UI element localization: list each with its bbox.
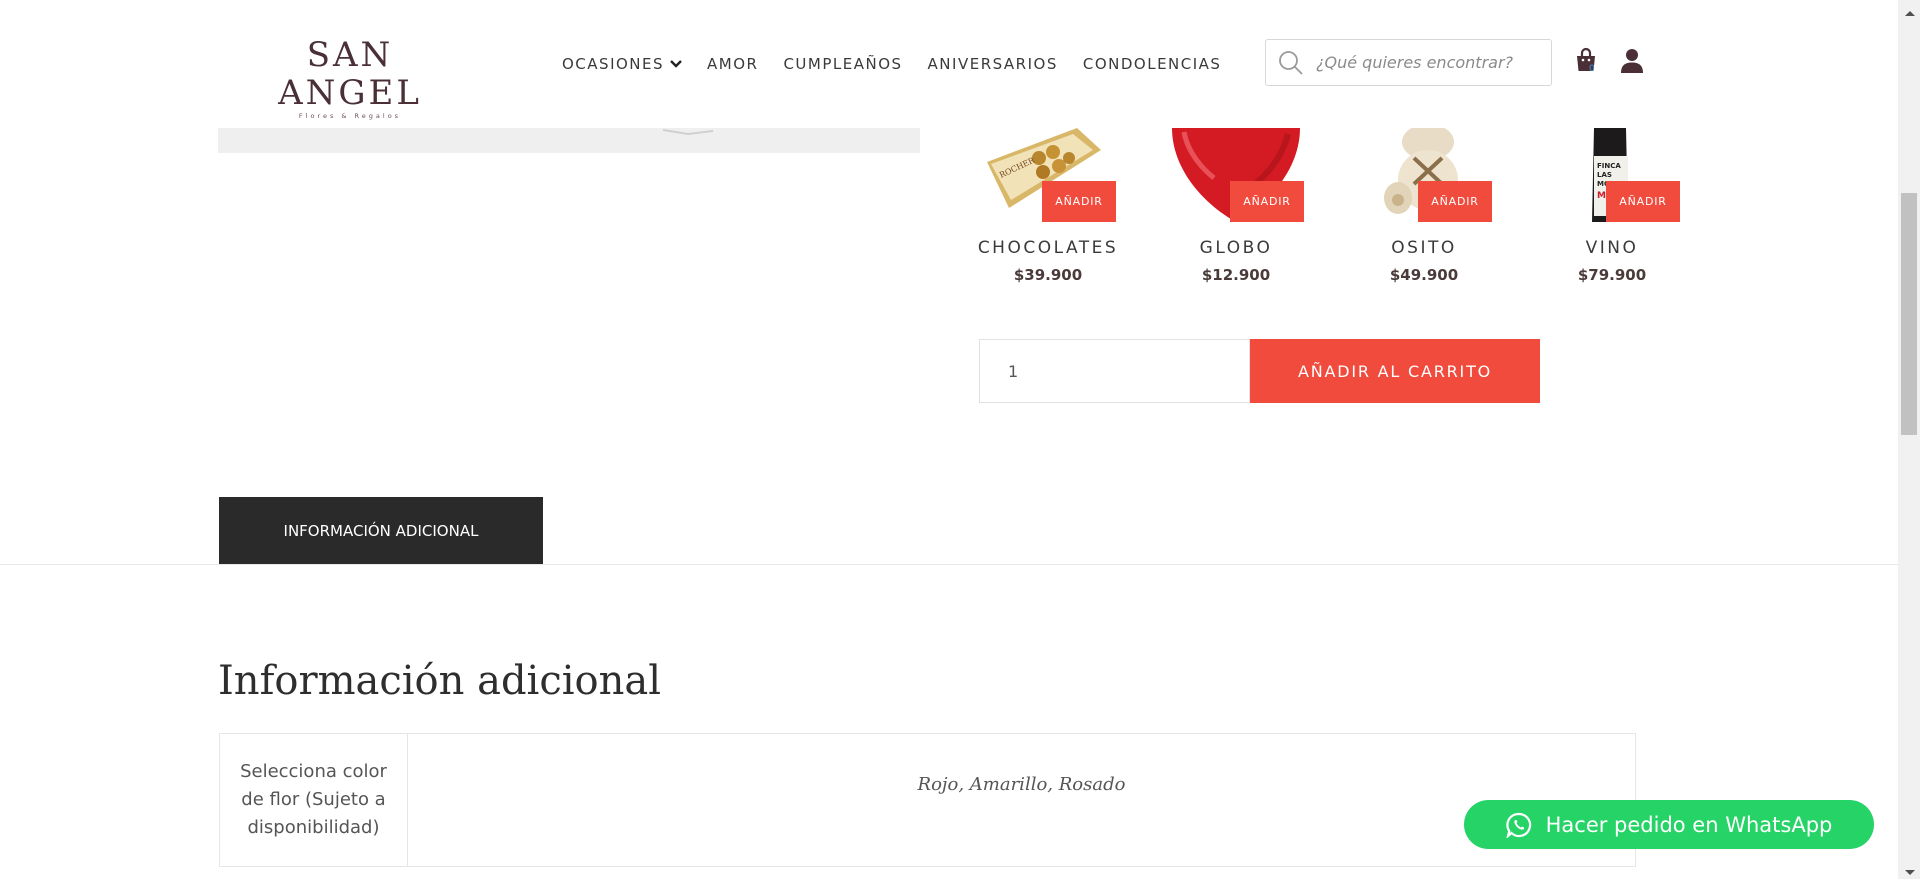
add-chocolates-button[interactable]: AÑADIR xyxy=(1042,181,1116,222)
site-header: SAN ANGEL Flores & Regalos OCASIONES AMO… xyxy=(0,0,1898,128)
nav-item-label: CUMPLEAÑOS xyxy=(783,55,903,73)
scrollbar-thumb[interactable] xyxy=(1901,193,1917,435)
scroll-up-arrow-icon[interactable] xyxy=(1904,4,1916,22)
addon-price: $39.900 xyxy=(1013,266,1083,284)
nav-item-ocasiones[interactable]: OCASIONES xyxy=(562,55,682,73)
add-vino-button[interactable]: AÑADIR xyxy=(1606,181,1680,222)
cart-icon[interactable]: 0 xyxy=(1574,47,1602,79)
search-icon[interactable] xyxy=(1278,50,1304,81)
search-box xyxy=(1265,39,1552,86)
add-globo-button[interactable]: AÑADIR xyxy=(1230,181,1304,222)
search-input[interactable] xyxy=(1316,40,1546,85)
nav-item-label: CONDOLENCIAS xyxy=(1082,55,1222,73)
whatsapp-order-button[interactable]: Hacer pedido en WhatsApp xyxy=(1464,800,1874,849)
quantity-input[interactable] xyxy=(979,339,1250,403)
tab-additional-info[interactable]: INFORMACIÓN ADICIONAL xyxy=(219,497,543,564)
cart-count-badge: 0 xyxy=(1589,64,1595,74)
nav-item-label: ANIVERSARIOS xyxy=(927,55,1058,73)
brand-logo[interactable]: SAN ANGEL Flores & Regalos xyxy=(245,36,455,120)
whatsapp-icon xyxy=(1505,812,1531,838)
add-osito-button[interactable]: AÑADIR xyxy=(1418,181,1492,222)
info-row-label: Selecciona color de flor (Sujeto a dispo… xyxy=(220,734,408,866)
nav-item-condolencias[interactable]: CONDOLENCIAS xyxy=(1083,55,1222,73)
brand-name: SAN ANGEL xyxy=(278,35,422,113)
addon-name: CHOCOLATES xyxy=(977,238,1119,258)
chevron-down-icon xyxy=(670,60,682,68)
nav-item-cumpleanos[interactable]: CUMPLEAÑOS xyxy=(783,55,902,73)
addon-name: OSITO xyxy=(1391,238,1457,258)
addon-price: $49.900 xyxy=(1389,266,1459,284)
add-to-cart-button[interactable]: AÑADIR AL CARRITO xyxy=(1250,339,1540,403)
brand-tagline: Flores & Regalos xyxy=(298,112,402,120)
nav-item-label: AMOR xyxy=(707,55,759,73)
user-account-icon[interactable] xyxy=(1620,48,1644,79)
product-main-image[interactable] xyxy=(218,128,920,153)
svg-text:LAS: LAS xyxy=(1597,171,1612,179)
tab-divider xyxy=(0,564,1898,565)
section-title: Información adicional xyxy=(218,658,662,704)
nav-item-aniversarios[interactable]: ANIVERSARIOS xyxy=(928,55,1058,73)
addon-name: GLOBO xyxy=(1199,238,1273,258)
main-nav: OCASIONES AMOR CUMPLEAÑOS ANIVERSARIOS C… xyxy=(562,52,1246,76)
scroll-down-arrow-icon[interactable] xyxy=(1904,864,1916,882)
whatsapp-label: Hacer pedido en WhatsApp xyxy=(1545,812,1833,837)
addon-price: $79.900 xyxy=(1577,266,1647,284)
nav-item-amor[interactable]: AMOR xyxy=(707,55,758,73)
svg-text:FINCA: FINCA xyxy=(1597,162,1621,170)
addon-price: $12.900 xyxy=(1201,266,1271,284)
info-row-value: Rojo, Amarillo, Rosado xyxy=(917,773,1126,795)
scrollbar-track[interactable] xyxy=(1898,0,1920,879)
nav-item-label: OCASIONES xyxy=(562,55,665,73)
addon-name: VINO xyxy=(1585,238,1639,258)
additional-info-table: Selecciona color de flor (Sujeto a dispo… xyxy=(219,733,1636,867)
